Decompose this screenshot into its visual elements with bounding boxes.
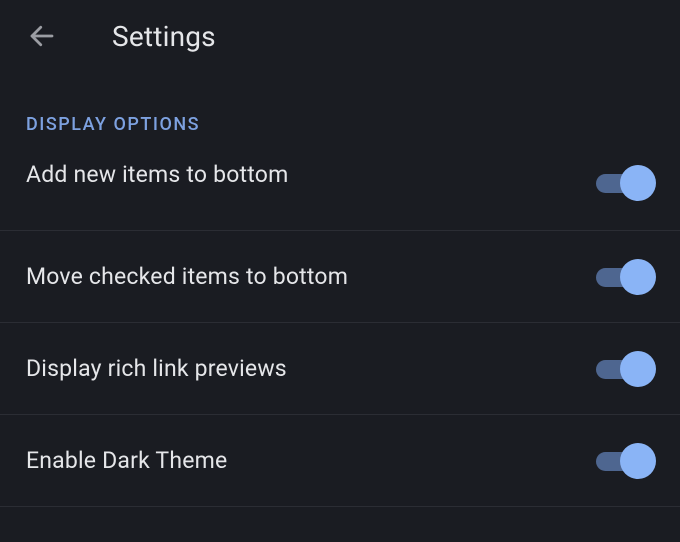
- toggle-thumb: [620, 443, 656, 479]
- arrow-left-icon: [27, 21, 57, 51]
- setting-label: Enable Dark Theme: [26, 447, 227, 474]
- toggle-add-new-items-to-bottom[interactable]: [596, 165, 650, 201]
- toggle-thumb: [620, 351, 656, 387]
- setting-label: Display rich link previews: [26, 355, 287, 382]
- back-button[interactable]: [18, 12, 66, 60]
- setting-row-enable-dark-theme[interactable]: Enable Dark Theme: [0, 415, 680, 507]
- toggle-thumb: [620, 165, 656, 201]
- setting-label: Move checked items to bottom: [26, 263, 348, 290]
- settings-list: Add new items to bottom Move checked ite…: [0, 153, 680, 507]
- setting-row-add-new-items-to-bottom[interactable]: Add new items to bottom: [0, 153, 680, 231]
- toggle-enable-dark-theme[interactable]: [596, 443, 650, 479]
- toggle-thumb: [620, 259, 656, 295]
- section-header-display-options: Display Options: [0, 72, 680, 153]
- setting-row-display-rich-link-previews[interactable]: Display rich link previews: [0, 323, 680, 415]
- toggle-move-checked-items-to-bottom[interactable]: [596, 259, 650, 295]
- page-title: Settings: [112, 20, 216, 53]
- toggle-display-rich-link-previews[interactable]: [596, 351, 650, 387]
- header: Settings: [0, 0, 680, 72]
- setting-row-move-checked-items-to-bottom[interactable]: Move checked items to bottom: [0, 231, 680, 323]
- setting-label: Add new items to bottom: [26, 161, 288, 188]
